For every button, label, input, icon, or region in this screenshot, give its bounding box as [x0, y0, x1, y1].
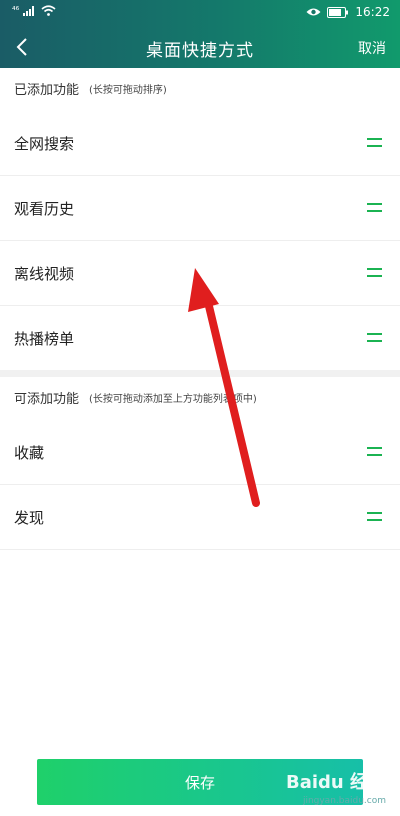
available-section-header: 可添加功能 (长按可拖动添加至上方功能列表项中) — [0, 377, 400, 417]
battery-icon — [327, 6, 349, 18]
drag-handle-icon[interactable] — [367, 138, 382, 148]
cancel-button[interactable]: 取消 — [358, 38, 386, 58]
signal-icon — [23, 6, 35, 16]
wifi-icon — [41, 5, 56, 16]
added-section-hint: (长按可拖动排序) — [89, 84, 167, 96]
drag-handle-icon[interactable] — [367, 512, 382, 522]
section-divider — [0, 370, 400, 377]
available-section-hint: (长按可拖动添加至上方功能列表项中) — [89, 393, 257, 405]
added-section-header: 已添加功能 (长按可拖动排序) — [0, 68, 400, 108]
watermark-url: jingyan.baidu.com — [302, 796, 386, 806]
page-title: 桌面快捷方式 — [146, 41, 254, 61]
status-left: ⁴⁶ — [12, 5, 56, 16]
drag-handle-icon[interactable] — [367, 447, 382, 457]
list-item-label: 收藏 — [14, 444, 45, 462]
status-bar: ⁴⁶ 16:22 — [0, 0, 400, 26]
list-item[interactable]: 离线视频 — [0, 242, 400, 306]
list-item[interactable]: 全网搜索 — [0, 112, 400, 176]
added-section-title: 已添加功能 — [14, 82, 80, 98]
list-item-label: 全网搜索 — [14, 135, 75, 153]
list-item-label: 热播榜单 — [14, 330, 75, 348]
list-item-label: 发现 — [14, 509, 45, 527]
nav-bar: 桌面快捷方式 取消 — [0, 26, 400, 68]
eye-icon — [306, 8, 321, 16]
drag-handle-icon[interactable] — [367, 268, 382, 278]
drag-handle-icon[interactable] — [367, 333, 382, 343]
network-type-label: ⁴⁶ — [12, 5, 20, 16]
list-item[interactable]: 热播榜单 — [0, 307, 400, 371]
baidu-watermark: Baidu 经验 jingyan.baidu.com — [286, 768, 386, 806]
drag-handle-icon[interactable] — [367, 203, 382, 213]
watermark-brand: Baidu 经验 — [285, 772, 386, 793]
list-item[interactable]: 收藏 — [0, 421, 400, 485]
list-item-label: 离线视频 — [14, 265, 75, 283]
list-item[interactable]: 发现 — [0, 486, 400, 550]
list-item[interactable]: 观看历史 — [0, 177, 400, 241]
available-section-title: 可添加功能 — [14, 391, 80, 407]
list-item-label: 观看历史 — [14, 200, 75, 218]
status-time: 16:22 — [355, 5, 390, 19]
status-right: 16:22 — [306, 5, 390, 19]
